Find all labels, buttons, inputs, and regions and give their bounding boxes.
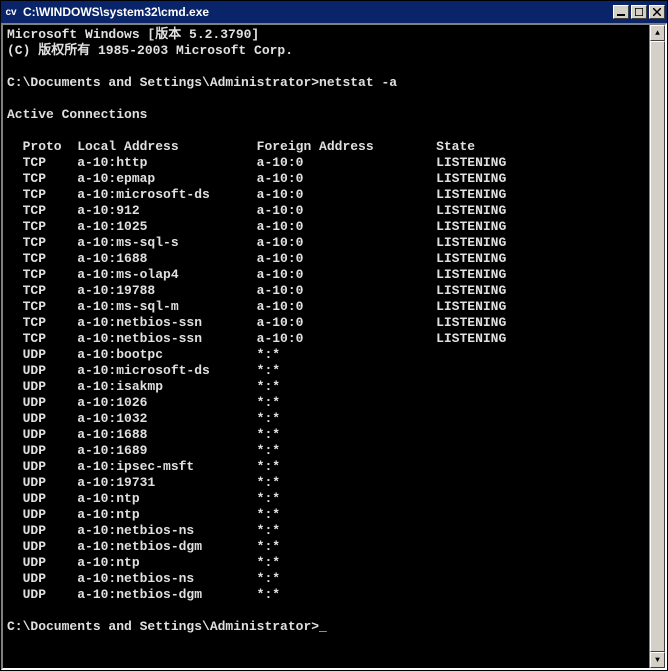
scroll-track[interactable] — [650, 41, 665, 652]
scroll-up-button[interactable]: ▲ — [650, 25, 665, 41]
maximize-button[interactable] — [631, 5, 647, 19]
scroll-down-button[interactable]: ▼ — [650, 652, 665, 668]
client-area: Microsoft Windows [版本 5.2.3790] (C) 版权所有… — [1, 23, 667, 670]
window-title: C:\WINDOWS\system32\cmd.exe — [23, 5, 613, 19]
titlebar[interactable]: cv C:\WINDOWS\system32\cmd.exe — [1, 1, 667, 23]
vertical-scrollbar[interactable]: ▲ ▼ — [649, 25, 665, 668]
system-menu-icon[interactable]: cv — [3, 4, 19, 20]
scroll-thumb[interactable] — [650, 41, 665, 652]
minimize-button[interactable] — [613, 5, 629, 19]
close-button[interactable] — [649, 5, 665, 19]
terminal-output[interactable]: Microsoft Windows [版本 5.2.3790] (C) 版权所有… — [3, 25, 649, 668]
cmd-window: cv C:\WINDOWS\system32\cmd.exe Microsoft… — [0, 0, 668, 671]
